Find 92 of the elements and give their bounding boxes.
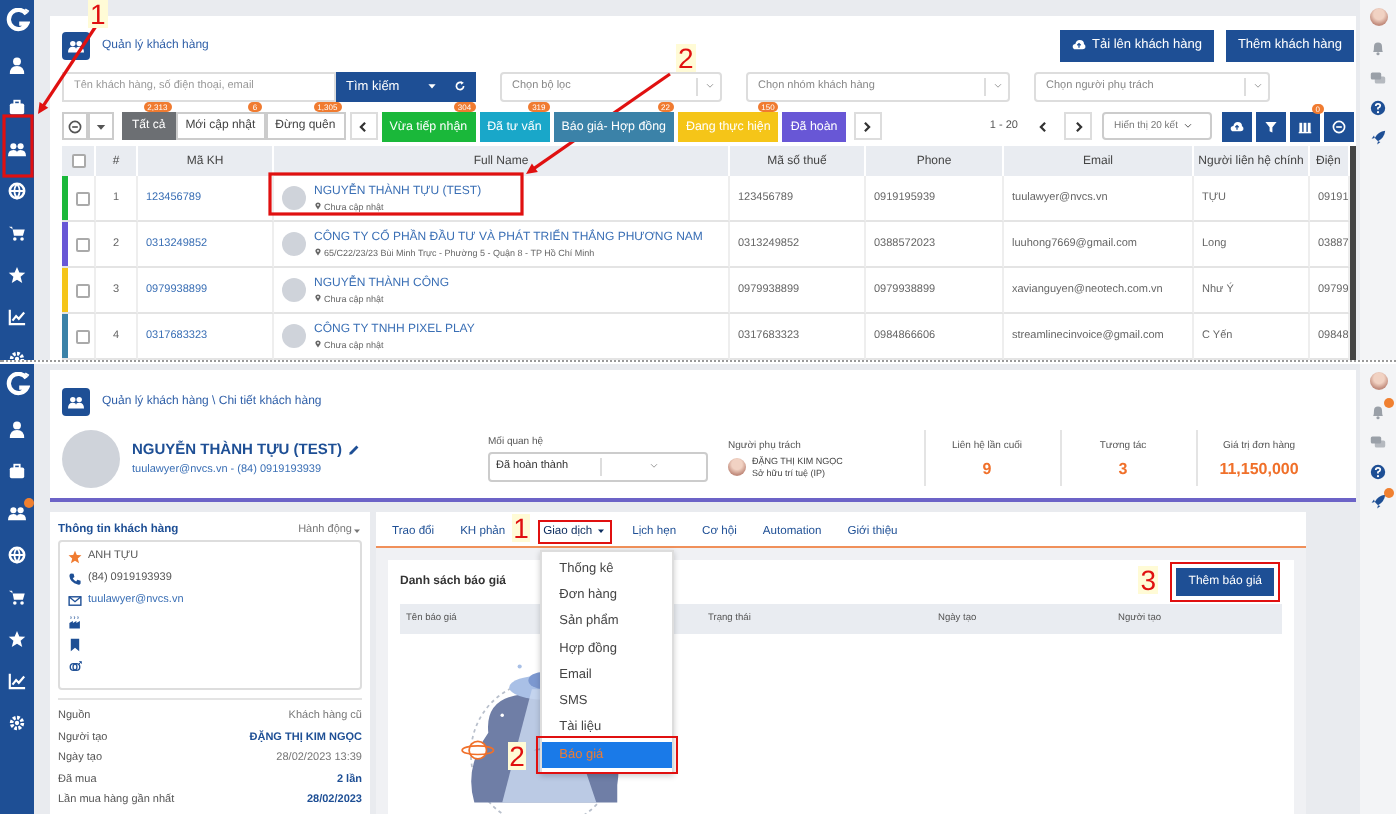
rocket-icon[interactable]: [1370, 494, 1386, 510]
highlight-frame: [537, 519, 613, 543]
select-all-checkbox[interactable]: [71, 154, 85, 168]
notification-dot: [1384, 488, 1394, 498]
users-icon[interactable]: [8, 504, 26, 522]
caret-icon: [94, 119, 108, 134]
row-checkbox[interactable]: [76, 237, 90, 251]
chevron-right-icon: [860, 119, 875, 134]
row-checkbox[interactable]: [76, 191, 90, 205]
columns-icon: [1298, 119, 1312, 134]
logo[interactable]: [5, 372, 29, 396]
chevron-icon: [1181, 120, 1194, 133]
next-button[interactable]: [853, 112, 882, 141]
stat-value: 11,150,000: [1219, 459, 1299, 477]
pin-icon: [314, 340, 322, 348]
envelope-icon: [68, 593, 82, 607]
notification-dot: [24, 498, 34, 508]
next-page-button[interactable]: [1064, 112, 1092, 141]
chevron-right-icon: [1071, 119, 1085, 134]
person-icon[interactable]: [8, 56, 26, 74]
owner-avatar: [728, 457, 746, 475]
pin-icon: [314, 202, 322, 210]
highlight-frame: [2, 114, 34, 178]
user-avatar[interactable]: [1369, 372, 1387, 390]
chart-icon[interactable]: [8, 672, 26, 690]
factory-icon: [68, 615, 82, 629]
scrollbar[interactable]: [1350, 146, 1356, 360]
users-icon[interactable]: [8, 140, 26, 158]
pin-icon: [314, 248, 322, 256]
help-icon[interactable]: [1370, 464, 1386, 480]
chevron-icon: [703, 80, 715, 93]
star-icon[interactable]: [8, 266, 26, 284]
chart-icon[interactable]: [8, 308, 26, 326]
minus-circle-icon: [68, 119, 82, 134]
cloud-icon: [1072, 38, 1087, 53]
dropdown-button[interactable]: [88, 112, 114, 141]
briefcase-icon[interactable]: [8, 98, 26, 116]
users-icon: [62, 31, 90, 60]
stat-value: 9: [982, 459, 992, 477]
avatar: [282, 186, 306, 210]
options-button[interactable]: [1324, 111, 1354, 142]
options-button[interactable]: [62, 112, 88, 141]
star-icon[interactable]: [8, 630, 26, 648]
cart-icon[interactable]: [8, 224, 26, 242]
globe-icon[interactable]: [8, 182, 26, 200]
step-number: 3: [1138, 566, 1159, 594]
filter-icon: [1264, 119, 1278, 134]
step-number: 1: [511, 513, 531, 541]
rocket-icon[interactable]: [1370, 130, 1386, 146]
refresh-icon[interactable]: [454, 80, 466, 93]
stat-value: 3: [1118, 459, 1128, 477]
row-checkbox[interactable]: [76, 329, 90, 343]
annotation-arrow: [38, 25, 98, 114]
step-number: 2: [676, 44, 696, 72]
bookmark-icon: [68, 637, 82, 651]
caret-icon: [352, 525, 362, 535]
step-number: 1: [88, 0, 108, 28]
chevron-left-icon: [356, 119, 371, 134]
user-avatar[interactable]: [1369, 8, 1387, 26]
avatar: [282, 232, 306, 256]
cloud-icon: [1230, 119, 1244, 134]
pin-icon: [314, 294, 322, 302]
caret-icon: [596, 526, 607, 536]
chevron-icon: [1251, 80, 1263, 93]
chevron-icon: [991, 80, 1003, 93]
columns-button[interactable]: [1290, 111, 1320, 142]
cart-icon[interactable]: [8, 588, 26, 606]
filter-button[interactable]: [1256, 111, 1286, 142]
download-button[interactable]: [1222, 111, 1252, 142]
gender-icon: [68, 659, 82, 673]
help-icon[interactable]: [1370, 100, 1386, 116]
caret-icon: [426, 80, 438, 93]
avatar: [282, 278, 306, 302]
person-icon[interactable]: [8, 420, 26, 438]
logo[interactable]: [5, 8, 29, 32]
row-checkbox[interactable]: [76, 283, 90, 297]
chevron-left-icon: [1035, 119, 1049, 134]
highlight-frame: [1170, 562, 1280, 602]
briefcase-icon[interactable]: [8, 462, 26, 480]
highlight-frame: [535, 735, 678, 774]
globe-icon[interactable]: [8, 546, 26, 564]
edit-icon[interactable]: [347, 443, 360, 455]
phone-icon: [68, 571, 82, 585]
previous-button[interactable]: [349, 112, 378, 141]
star-icon: [68, 549, 82, 563]
avatar: [62, 429, 120, 487]
gear-icon[interactable]: [8, 714, 26, 732]
avatar: [282, 324, 306, 348]
chevron-icon: [648, 460, 660, 472]
users-icon: [62, 388, 90, 416]
notification-dot: [1384, 398, 1394, 408]
minus-circle-icon: [1332, 119, 1346, 134]
